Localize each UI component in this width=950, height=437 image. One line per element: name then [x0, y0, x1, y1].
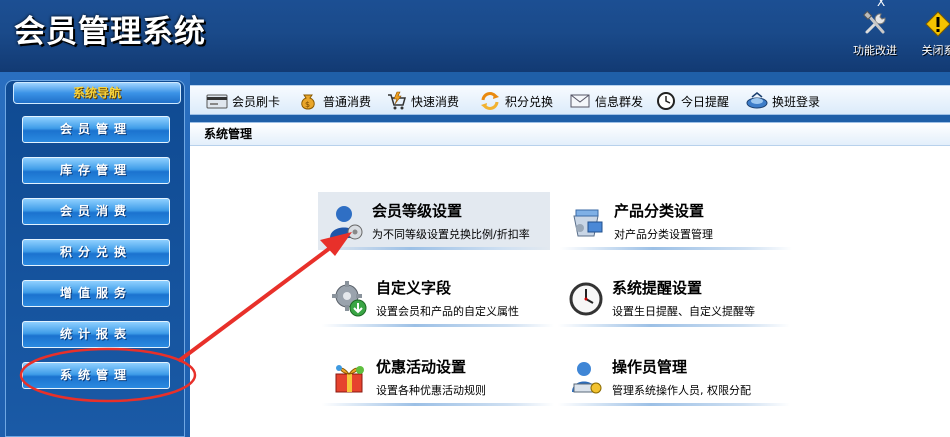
toolbar-shift-login-button[interactable]: 换班登录	[746, 89, 820, 113]
card-title: 优惠活动设置	[376, 358, 467, 376]
fast-shopping-icon	[388, 91, 406, 110]
toolbar-bulk-message-button[interactable]: 信息群发	[569, 89, 643, 113]
shift-login-icon	[746, 92, 768, 109]
card-title: 系统提醒设置	[612, 279, 703, 297]
card-product-category-settings[interactable]: 产品分类设置 对产品分类设置管理	[560, 192, 792, 250]
toolbar-points-exchange-button[interactable]: 积分兑换	[479, 89, 553, 113]
exchange-icon	[481, 92, 499, 110]
close-system-button[interactable]: 关闭系	[908, 10, 950, 58]
money-bag-icon: $	[301, 94, 315, 110]
card-promotion-settings[interactable]: 优惠活动设置 设置各种优惠活动规则	[322, 348, 554, 406]
sidebar-item-statistics-reports[interactable]: 统计报表	[22, 321, 170, 348]
toolbar-card-swipe-button[interactable]: 会员刷卡	[206, 89, 280, 113]
sidebar-title: 系统导航	[13, 82, 181, 104]
toolbar-quick-consumption-button[interactable]: 快速消费	[385, 89, 459, 113]
improve-features-label: 功能改进	[853, 44, 897, 57]
svg-text:$: $	[305, 100, 310, 109]
card-system-reminder-settings[interactable]: 系统提醒设置 设置生日提醒、自定义提醒等	[558, 269, 790, 327]
member-level-icon	[330, 206, 363, 240]
sidebar-item-inventory-management[interactable]: 库存管理	[22, 157, 170, 184]
alarm-clock-icon	[569, 282, 603, 316]
card-title: 会员等级设置	[372, 202, 463, 220]
card-divider	[322, 403, 554, 406]
app-title: 会员管理系统	[14, 14, 206, 50]
improve-features-button[interactable]: 功能改进	[845, 10, 905, 58]
sidebar-item-value-added-services[interactable]: 增值服务	[22, 280, 170, 307]
toolbar-bulk-message-label: 信息群发	[595, 94, 644, 109]
sidebar-item-member-management[interactable]: 会员管理	[22, 116, 170, 143]
window-close-glyph[interactable]: X	[877, 0, 885, 9]
toolbar-shift-login-label: 换班登录	[772, 94, 821, 109]
card-description: 设置会员和产品的自定义属性	[376, 305, 519, 318]
clock-icon	[657, 92, 675, 110]
custom-field-gear-icon	[332, 281, 367, 317]
close-system-label: 关闭系	[921, 44, 950, 57]
card-reader-icon	[206, 94, 228, 109]
card-custom-fields[interactable]: 自定义字段 设置会员和产品的自定义属性	[322, 269, 554, 327]
product-category-icon	[573, 209, 603, 237]
tools-icon	[861, 10, 889, 38]
toolbar-quick-consumption-label: 快速消费	[411, 94, 460, 109]
card-description: 为不同等级设置兑换比例/折扣率	[372, 228, 530, 241]
app-header: 会员管理系统 功能改进 关闭系 X	[0, 0, 950, 72]
toolbar-points-exchange-label: 积分兑换	[505, 94, 554, 109]
gift-icon	[335, 365, 364, 393]
sidebar-item-points-exchange[interactable]: 积分兑换	[22, 239, 170, 266]
mail-icon	[570, 94, 590, 108]
card-description: 对产品分类设置管理	[614, 228, 713, 241]
toolbar-today-reminder-label: 今日提醒	[681, 94, 730, 109]
card-divider	[322, 324, 554, 327]
panel-title: 系统管理	[190, 122, 950, 146]
warning-icon	[924, 10, 950, 38]
card-divider	[318, 247, 550, 250]
sidebar-item-member-consumption[interactable]: 会员消费	[22, 198, 170, 225]
toolbar-today-reminder-button[interactable]: 今日提醒	[655, 89, 729, 113]
card-title: 自定义字段	[376, 279, 452, 297]
card-divider	[558, 324, 790, 327]
card-description: 设置生日提醒、自定义提醒等	[612, 305, 755, 318]
card-description: 管理系统操作人员, 权限分配	[612, 384, 751, 397]
main-content: 会员等级设置 为不同等级设置兑换比例/折扣率 产品分类设置 对产品分类设置管理 …	[190, 146, 950, 437]
card-title: 产品分类设置	[614, 202, 705, 220]
card-title: 操作员管理	[612, 358, 688, 376]
card-description: 设置各种优惠活动规则	[376, 384, 486, 397]
toolbar: 会员刷卡 $ 普通消费 快速消费 积分兑换 信息群发 今日提醒 换班登录	[190, 85, 950, 115]
sidebar-item-system-management[interactable]: 系统管理	[22, 362, 170, 389]
toolbar-normal-consumption-button[interactable]: $ 普通消费	[297, 89, 371, 113]
card-operator-management[interactable]: 操作员管理 管理系统操作人员, 权限分配	[558, 348, 790, 406]
card-divider	[558, 403, 790, 406]
card-member-level-settings[interactable]: 会员等级设置 为不同等级设置兑换比例/折扣率	[318, 192, 550, 250]
toolbar-normal-consumption-label: 普通消费	[323, 94, 372, 109]
card-divider	[560, 247, 792, 250]
toolbar-card-swipe-label: 会员刷卡	[232, 94, 281, 109]
operator-icon	[572, 362, 602, 394]
